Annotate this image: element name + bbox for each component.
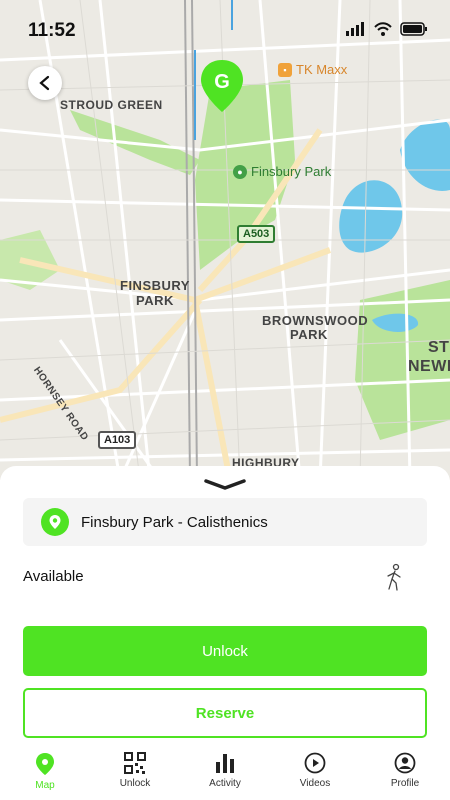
user-circle-icon [394, 752, 416, 774]
tab-unlock[interactable]: Unlock [90, 746, 180, 800]
shopping-bag-icon: ▪ [278, 62, 292, 77]
tab-profile[interactable]: Profile [360, 746, 450, 800]
signal-icon [346, 22, 364, 36]
tab-videos-label: Videos [299, 778, 331, 789]
tab-videos[interactable]: Videos [270, 746, 360, 800]
location-pin-marker[interactable]: G [199, 58, 245, 114]
tab-activity[interactable]: Activity [180, 746, 270, 800]
map-label-stoke-1: ST [428, 339, 450, 356]
tree-icon: ● [233, 164, 247, 179]
map-view[interactable]: STROUD GREEN FINSBURY PARK BROWNSWOOD PA… [0, 0, 450, 480]
availability-text: Available [23, 568, 84, 585]
map-label-stroud-green: STROUD GREEN [60, 98, 163, 112]
status-bar: 11:52 [0, 0, 450, 60]
tab-bar: Map Unlock Activity Videos Profile [0, 746, 450, 800]
tab-activity-label: Activity [209, 778, 241, 789]
tab-profile-label: Profile [390, 778, 420, 789]
map-label-finsbury-2: PARK [136, 293, 174, 308]
poi-finsbury-park-label: Finsbury Park [251, 164, 332, 179]
poi-finsbury-park[interactable]: ● Finsbury Park [233, 164, 331, 179]
wifi-icon [374, 22, 392, 36]
tab-unlock-label: Unlock [119, 778, 151, 789]
pin-letter: G [214, 71, 230, 93]
road-badge-a503: A503 [237, 225, 276, 243]
map-pin-icon [36, 753, 54, 775]
sheet-collapse-handle-icon[interactable] [203, 478, 247, 492]
unlock-button[interactable]: Unlock [23, 626, 427, 676]
reserve-button[interactable]: Reserve [23, 688, 427, 738]
tab-map[interactable]: Map [0, 746, 90, 800]
tab-map-label: Map [35, 780, 55, 791]
road-badge-a103: A103 [98, 431, 137, 449]
poi-tk-maxx-label: TK Maxx [296, 62, 348, 77]
location-pin-icon [41, 508, 69, 536]
poi-tk-maxx[interactable]: ▪ TK Maxx [278, 62, 347, 77]
map-label-brownswood-2: PARK [290, 327, 328, 342]
back-button[interactable] [28, 66, 62, 100]
status-time: 11:52 [28, 20, 76, 41]
map-label-stoke-2: NEWI [408, 358, 450, 375]
walking-person-icon [387, 563, 401, 591]
qr-code-icon [124, 752, 146, 774]
chevron-left-icon [39, 75, 50, 91]
map-label-finsbury-1: FINSBURY [120, 278, 190, 293]
status-icons [346, 22, 428, 36]
location-card[interactable]: Finsbury Park - Calisthenics [23, 498, 427, 546]
bar-chart-icon [216, 754, 234, 773]
play-circle-icon [304, 752, 326, 774]
battery-icon [400, 22, 427, 36]
map-label-brownswood-1: BROWNSWOOD [262, 313, 369, 328]
location-name: Finsbury Park - Calisthenics [81, 513, 268, 531]
